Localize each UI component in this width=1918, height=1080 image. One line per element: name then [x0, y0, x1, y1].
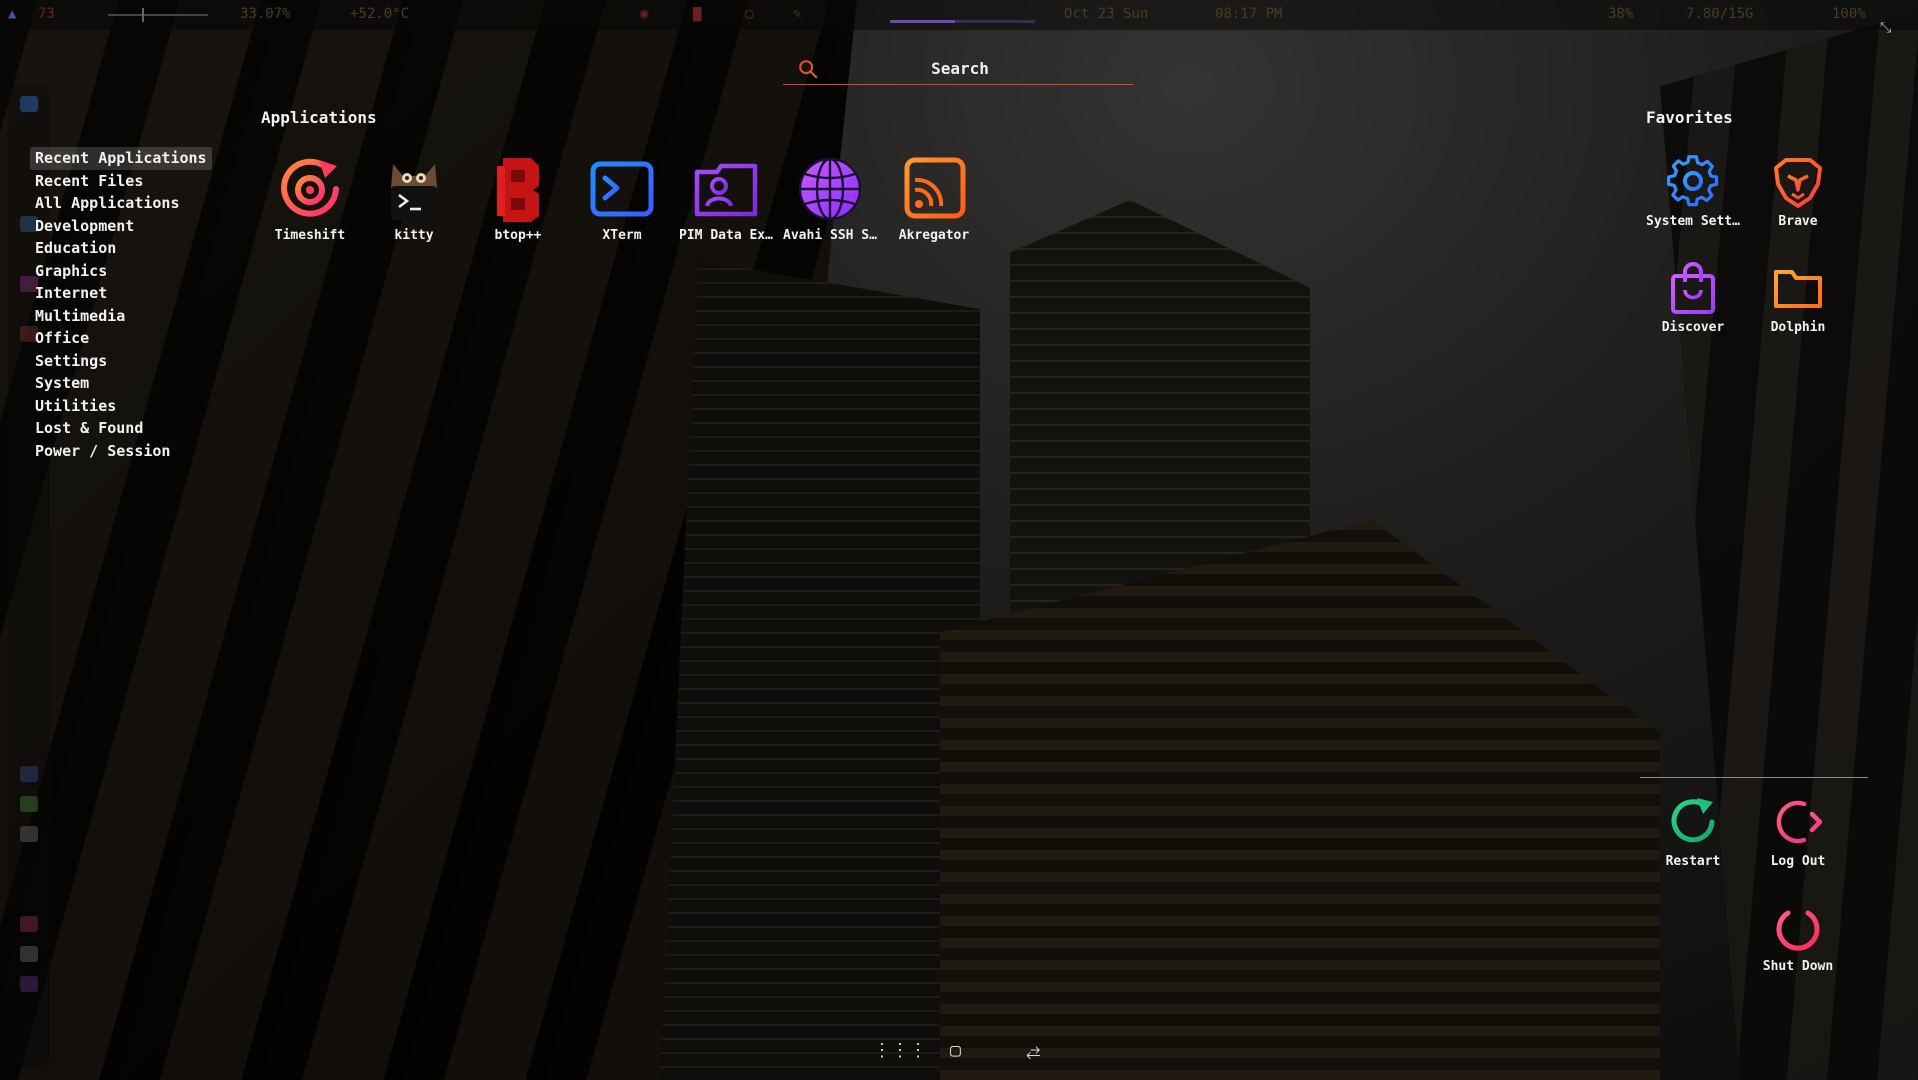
category-power-session[interactable]: Power / Session: [30, 440, 175, 463]
app-tile-xterm[interactable]: XTerm: [570, 154, 674, 243]
shopping-bag-icon: [1671, 262, 1715, 314]
volume-slider[interactable]: [108, 8, 208, 22]
favorite-label: Brave: [1778, 214, 1818, 229]
clock-time[interactable]: 08:17 PM: [1215, 6, 1282, 22]
app-label: PIM Data Ex…: [679, 228, 773, 243]
app-tile-akregator[interactable]: Akregator: [882, 154, 986, 243]
session-label: Restart: [1665, 854, 1721, 869]
favorite-tile-discover[interactable]: Discover: [1641, 260, 1745, 335]
app-launcher-icon-1[interactable]: ◉: [640, 6, 648, 22]
power-icon: [1776, 901, 1820, 951]
category-education[interactable]: Education: [30, 237, 121, 260]
category-office[interactable]: Office: [30, 327, 94, 350]
favorite-tile-brave[interactable]: Brave: [1746, 154, 1850, 229]
disk-indicator: 38%: [1608, 6, 1634, 22]
ram-indicator: 7.80/15G: [1686, 6, 1754, 22]
app-tile-pim-data-exporter[interactable]: PIM Data Ex…: [674, 154, 778, 243]
window-icon[interactable]: ▢: [950, 1040, 961, 1061]
category-recent-files[interactable]: Recent Files: [30, 170, 148, 193]
dock-app-icon[interactable]: [20, 796, 38, 812]
app-tile-avahi-ssh[interactable]: Avahi SSH S…: [778, 154, 882, 243]
app-tile-kitty[interactable]: kitty: [362, 154, 466, 243]
calendar-date[interactable]: Oct 23 Sun: [1064, 6, 1148, 22]
session-shutdown-button[interactable]: Shut Down: [1746, 899, 1850, 974]
app-label: Timeshift: [274, 228, 346, 243]
search-icon: [799, 60, 818, 79]
dock-app-icon[interactable]: [20, 946, 38, 962]
category-lost-and-found[interactable]: Lost & Found: [30, 417, 148, 440]
cpu-temp-indicator: 73: [38, 6, 55, 22]
favorite-label: System Sett…: [1646, 214, 1740, 229]
category-recent-applications[interactable]: Recent Applications: [30, 147, 212, 170]
dock-app-icon[interactable]: [20, 826, 38, 842]
app-label: Avahi SSH S…: [783, 228, 877, 243]
app-tile-btop[interactable]: btop++: [466, 154, 570, 243]
favorite-tile-system-settings[interactable]: System Sett…: [1641, 154, 1745, 229]
app-label: kitty: [394, 228, 434, 243]
search-input[interactable]: [833, 54, 1087, 82]
category-settings[interactable]: Settings: [30, 350, 112, 373]
session-restart-button[interactable]: Restart: [1641, 794, 1745, 869]
memory-indicator: 33.07%: [240, 6, 291, 22]
arch-logo-icon[interactable]: ▲: [8, 6, 16, 22]
category-development[interactable]: Development: [30, 215, 139, 238]
session-divider: [1640, 777, 1868, 778]
applications-heading: Applications: [261, 108, 377, 127]
media-progress-bar[interactable]: [890, 20, 1035, 23]
brave-lion-icon: [1774, 158, 1822, 208]
dock-app-icon[interactable]: [20, 766, 38, 782]
session-logout-button[interactable]: Log Out: [1746, 794, 1850, 869]
session-label: Shut Down: [1762, 959, 1834, 974]
app-tile-timeshift[interactable]: Timeshift: [258, 154, 362, 243]
category-graphics[interactable]: Graphics: [30, 260, 112, 283]
rss-icon: [904, 157, 966, 219]
favorite-tile-dolphin[interactable]: Dolphin: [1746, 260, 1850, 335]
category-internet[interactable]: Internet: [30, 282, 112, 305]
app-launcher-icon-4[interactable]: ✎: [793, 6, 801, 22]
category-utilities[interactable]: Utilities: [30, 395, 121, 418]
favorites-heading: Favorites: [1646, 108, 1733, 127]
toggle-view-icon[interactable]: ⥄: [1026, 1040, 1040, 1061]
timeshift-icon: [281, 158, 339, 217]
top-status-bar: ▲ 73 33.07% +52.0°C ◉ ▇ ◯ ✎ Oct 23 Sun 0…: [0, 0, 1918, 30]
dock-app-icon[interactable]: [20, 96, 38, 112]
app-label: btop++: [494, 228, 542, 243]
grid-view-icon[interactable]: ⋮⋮⋮: [873, 1040, 927, 1061]
favorite-label: Discover: [1661, 320, 1725, 335]
app-label: Akregator: [898, 228, 970, 243]
app-launcher-icon-3[interactable]: ◯: [745, 6, 753, 22]
restart-icon: [1671, 798, 1715, 843]
collapse-icon[interactable]: ⤡: [1880, 20, 1896, 36]
btop-icon: [497, 158, 539, 222]
search-bar[interactable]: [783, 52, 1133, 85]
logout-icon: [1776, 800, 1823, 844]
app-label: XTerm: [602, 228, 642, 243]
dock-app-icon[interactable]: [20, 976, 38, 992]
category-multimedia[interactable]: Multimedia: [30, 305, 130, 328]
battery-indicator: 100%: [1832, 6, 1866, 22]
category-all-applications[interactable]: All Applications: [30, 192, 185, 215]
terminal-icon: [590, 161, 654, 217]
category-system[interactable]: System: [30, 372, 94, 395]
dock-app-icon[interactable]: [20, 916, 38, 932]
globe-icon: [798, 157, 862, 221]
session-label: Log Out: [1770, 854, 1826, 869]
kitty-icon: [391, 164, 437, 220]
gear-icon: [1667, 155, 1719, 207]
contact-folder-icon: [694, 163, 758, 217]
app-launcher-icon-2[interactable]: ▇: [693, 6, 701, 22]
category-list: Recent Applications Recent Files All App…: [28, 147, 228, 462]
favorite-label: Dolphin: [1770, 320, 1826, 335]
folder-icon: [1774, 270, 1822, 308]
temperature-indicator: +52.0°C: [350, 6, 410, 22]
